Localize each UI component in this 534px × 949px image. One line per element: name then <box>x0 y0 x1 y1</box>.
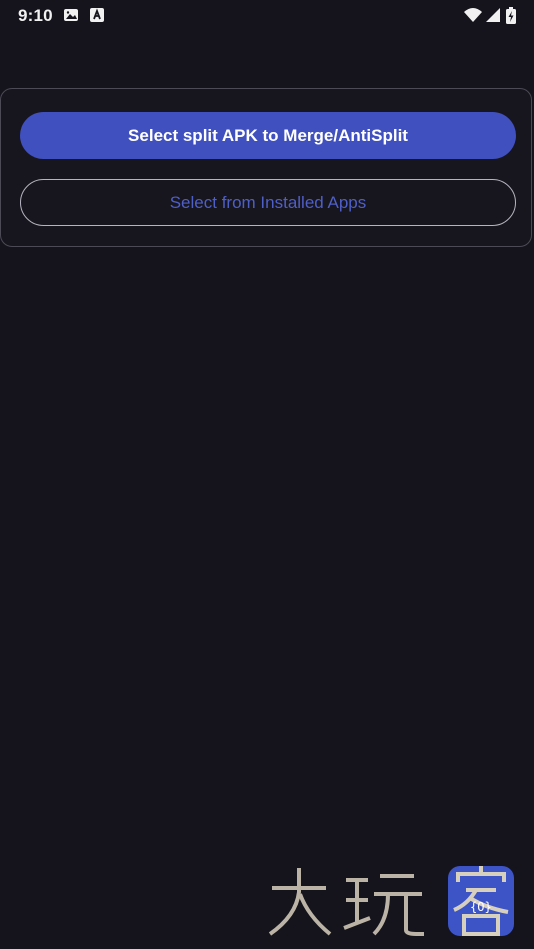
image-icon <box>63 7 79 23</box>
battery-charging-icon <box>505 7 517 24</box>
status-time: 9:10 <box>18 6 53 25</box>
app-screen: 9:10 Select split APK to Merge/AntiSplit… <box>0 0 534 949</box>
accessibility-a-icon <box>89 7 105 23</box>
select-split-apk-button[interactable]: Select split APK to Merge/AntiSplit <box>20 112 516 159</box>
wifi-icon <box>463 7 483 23</box>
status-bar: 9:10 <box>0 0 534 32</box>
select-installed-apps-button[interactable]: Select from Installed Apps <box>20 179 516 226</box>
action-card: Select split APK to Merge/AntiSplit Sele… <box>0 88 532 247</box>
signal-icon <box>485 7 501 23</box>
svg-text:{O}: {O} <box>470 900 492 914</box>
watermark-logo: {O} <box>264 860 529 942</box>
